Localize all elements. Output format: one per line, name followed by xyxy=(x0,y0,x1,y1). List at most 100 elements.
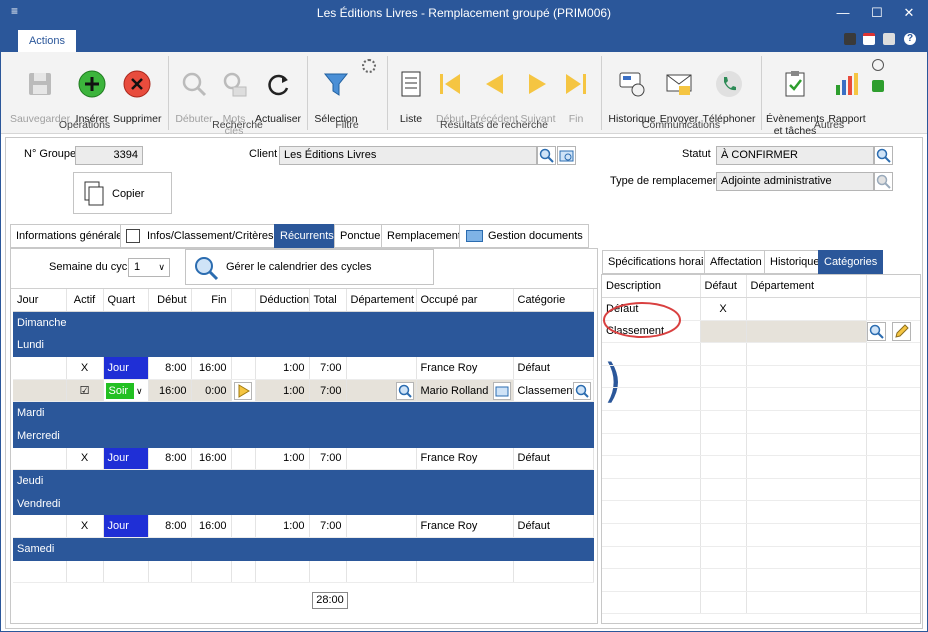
tab-assignment[interactable]: Affectation xyxy=(704,250,768,274)
shift-row[interactable]: X Jour 8:00 16:00 1:00 7:00 France Roy Défaut xyxy=(13,447,594,471)
client-field[interactable]: Les Éditions Livres xyxy=(279,146,537,165)
start-cell[interactable]: 8:00 xyxy=(148,356,192,380)
category-search-button[interactable] xyxy=(572,381,591,400)
column-header[interactable]: Quart xyxy=(103,289,149,313)
cycle-week-select[interactable]: 1 ∨ xyxy=(128,258,170,277)
tab-categories[interactable]: Catégories xyxy=(818,250,884,274)
column-header[interactable]: Fin xyxy=(191,289,232,313)
category-cell[interactable]: Défaut xyxy=(513,447,594,471)
column-header[interactable]: Jour xyxy=(13,289,67,313)
category-cell[interactable]: Défaut xyxy=(513,514,594,539)
shift-row[interactable]: X Jour 8:00 16:00 1:00 7:00 France Roy Défaut xyxy=(13,356,594,380)
tab-classification[interactable]: Infos/Classement/Critères xyxy=(120,224,280,248)
column-header[interactable]: Total xyxy=(309,289,347,313)
deduction-cell[interactable]: 1:00 xyxy=(255,514,310,539)
help-icon[interactable]: ? xyxy=(904,33,916,45)
report-button[interactable]: Rapport xyxy=(827,58,867,125)
group-number-field[interactable]: 3394 xyxy=(75,146,143,165)
first-button[interactable]: Début xyxy=(432,58,468,125)
active-cell[interactable]: X xyxy=(66,356,104,380)
minimize-button[interactable]: — xyxy=(827,1,859,25)
start-cell[interactable]: 8:00 xyxy=(148,447,192,471)
end-cell[interactable]: 16:00 xyxy=(191,447,232,471)
insert-button[interactable]: Insérer xyxy=(73,58,111,125)
tab-general-info[interactable]: Informations générales xyxy=(10,224,134,248)
list-button[interactable]: Liste xyxy=(395,58,427,125)
day-row[interactable]: Mercredi xyxy=(13,424,594,448)
manage-cycle-calendar-button[interactable]: Gérer le calendrier des cycles xyxy=(185,249,434,285)
calendar-icon[interactable] xyxy=(863,33,875,45)
day-row[interactable]: Dimanche xyxy=(13,311,594,335)
calculator-icon[interactable] xyxy=(844,33,856,45)
department-cell[interactable] xyxy=(346,379,417,403)
print-icon[interactable] xyxy=(883,33,895,45)
deduction-cell[interactable]: 1:00 xyxy=(255,447,310,471)
send-button[interactable]: Envoyer xyxy=(659,58,699,125)
column-header[interactable]: Actif xyxy=(66,289,104,313)
occupied-by-cell[interactable]: France Roy xyxy=(416,356,514,380)
copy-button[interactable]: Copier xyxy=(73,172,172,214)
shift-cell[interactable]: Jour xyxy=(103,447,149,471)
day-row[interactable]: Mardi xyxy=(13,401,594,426)
type-search-button[interactable] xyxy=(874,172,893,191)
start-cell[interactable]: 16:00 xyxy=(148,379,192,403)
status-search-button[interactable] xyxy=(874,146,893,165)
column-header[interactable]: Catégorie xyxy=(513,289,594,313)
occupied-by-cell[interactable]: Mario Rolland xyxy=(416,379,514,403)
category-edit-button[interactable] xyxy=(891,321,911,341)
replacement-type-field[interactable]: Adjointe administrative xyxy=(716,172,874,191)
category-cell[interactable]: Classement xyxy=(513,379,594,403)
save-button[interactable]: Sauvegarder xyxy=(9,58,71,125)
day-row[interactable]: Samedi xyxy=(13,537,594,561)
tab-schedule-specs[interactable]: Spécifications horaire xyxy=(602,250,720,274)
occupied-open-button[interactable] xyxy=(492,381,511,400)
column-header[interactable] xyxy=(231,289,256,313)
column-header[interactable]: Début xyxy=(148,289,192,313)
shift-cell[interactable]: Jour xyxy=(103,356,149,380)
play-button[interactable] xyxy=(233,381,252,400)
deduction-cell[interactable]: 1:00 xyxy=(255,356,310,380)
tab-actions[interactable]: Actions xyxy=(18,30,76,52)
category-cell[interactable]: Défaut xyxy=(513,356,594,380)
category-department-field[interactable] xyxy=(746,320,867,344)
active-cell[interactable]: X xyxy=(66,514,104,539)
column-header[interactable]: Occupé par xyxy=(416,289,514,313)
end-cell[interactable]: 16:00 xyxy=(191,356,232,380)
occupied-by-cell[interactable]: France Roy xyxy=(416,514,514,539)
tab-recurring[interactable]: Récurrents xyxy=(274,224,340,248)
clock-icon[interactable] xyxy=(872,59,884,71)
status-field[interactable]: À CONFIRMER xyxy=(716,146,874,165)
phone-button[interactable]: Téléphoner xyxy=(701,58,757,125)
client-open-button[interactable] xyxy=(557,146,576,165)
previous-button[interactable]: Précédent xyxy=(470,58,518,125)
tab-document-management[interactable]: Gestion documents xyxy=(459,224,589,248)
end-cell[interactable]: 16:00 xyxy=(191,514,232,539)
department-cell[interactable] xyxy=(346,514,417,539)
column-header[interactable]: Déduction xyxy=(255,289,310,313)
category-search-button[interactable] xyxy=(866,321,886,341)
end-cell[interactable]: 0:00 xyxy=(191,379,232,403)
last-button[interactable]: Fin xyxy=(561,58,591,125)
refresh-button[interactable]: Actualiser xyxy=(253,58,303,125)
selection-button[interactable]: Sélection xyxy=(313,58,359,125)
shift-cell[interactable]: Soir ∨ xyxy=(103,379,149,403)
occupied-by-cell[interactable]: France Roy xyxy=(416,447,514,471)
next-button[interactable]: Suivant xyxy=(519,58,557,125)
tab-history[interactable]: Historique xyxy=(764,250,826,274)
shift-row[interactable]: X Jour 8:00 16:00 1:00 7:00 France Roy Défaut xyxy=(13,514,594,539)
start-cell[interactable]: 8:00 xyxy=(148,514,192,539)
start-search-button[interactable]: Débuter xyxy=(173,58,215,125)
history-button[interactable]: Historique xyxy=(606,58,658,125)
department-cell[interactable] xyxy=(346,356,417,380)
close-button[interactable]: ✕ xyxy=(893,1,925,25)
day-row[interactable]: Vendredi xyxy=(13,492,594,516)
money-icon[interactable] xyxy=(872,80,884,92)
maximize-button[interactable]: ☐ xyxy=(861,1,893,25)
day-row[interactable]: Lundi xyxy=(13,334,594,358)
shift-select[interactable]: Soir xyxy=(105,382,134,399)
delete-button[interactable]: Supprimer xyxy=(113,58,161,125)
client-search-button[interactable] xyxy=(537,146,556,165)
deduction-cell[interactable]: 1:00 xyxy=(255,379,310,403)
active-cell[interactable]: X xyxy=(66,447,104,471)
shift-row[interactable]: ☑ Soir ∨ 16:00 0:00 1:00 7:00 Mario Rolland Cla… xyxy=(13,379,594,403)
